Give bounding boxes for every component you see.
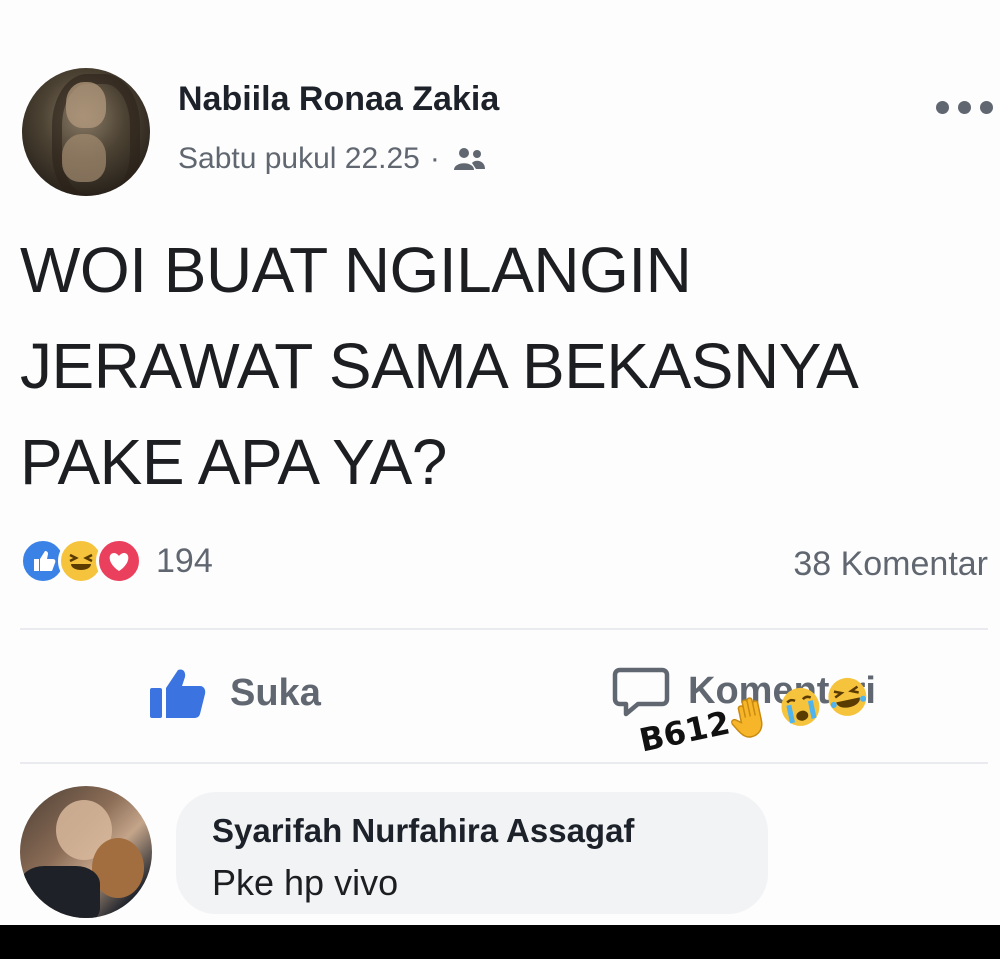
divider <box>20 628 988 630</box>
like-button-label: Suka <box>230 671 321 714</box>
love-icon <box>96 538 142 584</box>
post-text-line: WOI BUAT NGILANGIN <box>20 234 692 306</box>
bottom-border <box>0 925 1000 959</box>
comment-count-link[interactable]: 38 Komentar <box>793 545 988 584</box>
post-text-line: JERAWAT SAMA BEKASNYA <box>20 330 859 402</box>
commenter-name[interactable]: Syarifah Nurfahira Assagaf <box>212 812 634 850</box>
like-button[interactable]: Suka <box>146 664 321 722</box>
thumbs-up-icon <box>150 669 206 718</box>
more-options-icon[interactable] <box>936 92 1000 122</box>
post-text: WOI BUAT NGILANGIN JERAWAT SAMA BEKASNYA… <box>20 222 995 510</box>
post-timestamp[interactable]: Sabtu pukul 22.25 <box>178 142 420 176</box>
post-meta: Sabtu pukul 22.25 · <box>178 142 486 176</box>
divider <box>20 762 988 764</box>
comment-bubble-icon <box>612 667 670 717</box>
post-text-line: PAKE APA YA? <box>20 426 447 498</box>
reactions-summary[interactable]: 194 <box>20 538 213 584</box>
author-name[interactable]: Nabiila Ronaa Zakia <box>178 80 499 119</box>
comment-text: Pke hp vivo <box>212 862 399 903</box>
raised-hand-emoji <box>731 697 763 738</box>
meta-separator: · <box>429 142 440 175</box>
crying-face-emoji <box>781 687 820 726</box>
laughing-face-emoji <box>828 677 867 716</box>
friends-icon <box>453 148 485 170</box>
author-avatar[interactable] <box>22 68 150 196</box>
commenter-avatar[interactable] <box>20 786 152 918</box>
post-card: Nabiila Ronaa Zakia Sabtu pukul 22.25 · … <box>0 0 1000 959</box>
reaction-count: 194 <box>156 541 213 580</box>
